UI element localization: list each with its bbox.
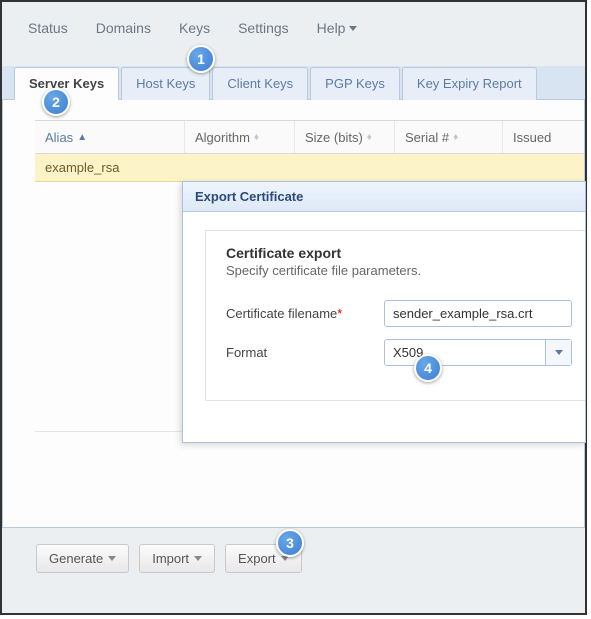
dialog-title: Export Certificate — [183, 182, 585, 212]
dialog-section-title: Certificate export — [226, 245, 585, 261]
generate-button[interactable]: Generate — [36, 544, 129, 573]
chevron-down-icon — [349, 26, 357, 31]
col-issued-label: Issued — [513, 130, 551, 145]
menu-domains[interactable]: Domains — [96, 20, 151, 36]
table-body: example_rsa Export Certificate Certifica… — [35, 154, 584, 432]
col-alias-label: Alias — [45, 130, 73, 145]
col-serial[interactable]: Serial # ♦ — [395, 121, 503, 153]
col-issued[interactable]: Issued — [503, 121, 584, 153]
filename-label: Certificate filename* — [226, 306, 384, 321]
tab-key-expiry-report[interactable]: Key Expiry Report — [402, 67, 537, 100]
top-menu: Status Domains Keys Settings Help — [2, 2, 585, 66]
tab-pgp-keys[interactable]: PGP Keys — [310, 67, 400, 100]
menu-keys-label: Keys — [179, 20, 210, 36]
callout-3: 3 — [276, 529, 304, 557]
col-size-label: Size (bits) — [305, 130, 363, 145]
tab-client-keys[interactable]: Client Keys — [212, 67, 308, 100]
menu-settings-label: Settings — [238, 20, 289, 36]
chevron-down-icon — [108, 556, 116, 561]
format-select[interactable]: X509 — [384, 339, 572, 366]
required-indicator: * — [337, 306, 342, 321]
format-dropdown-button[interactable] — [545, 340, 571, 365]
dialog-section-subtitle: Specify certificate file parameters. — [226, 263, 585, 278]
sort-icon: ♦ — [254, 132, 259, 143]
chevron-down-icon — [194, 556, 202, 561]
sort-icon: ♦ — [367, 132, 372, 143]
callout-2: 2 — [42, 88, 70, 116]
import-button[interactable]: Import — [139, 544, 215, 573]
table-header: Alias ▲ Algorithm ♦ Size (bits) ♦ Serial… — [35, 120, 584, 154]
menu-help[interactable]: Help — [317, 20, 358, 36]
menu-status[interactable]: Status — [28, 20, 68, 36]
sort-icon: ♦ — [453, 132, 458, 143]
format-selected-value: X509 — [385, 340, 545, 365]
col-serial-label: Serial # — [405, 130, 449, 145]
export-certificate-dialog: Export Certificate Certificate export Sp… — [182, 181, 586, 443]
menu-domains-label: Domains — [96, 20, 151, 36]
callout-4: 4 — [414, 354, 442, 382]
callout-1: 1 — [187, 45, 215, 73]
table-row[interactable]: example_rsa — [35, 154, 584, 182]
format-label: Format — [226, 345, 384, 360]
import-button-label: Import — [152, 551, 189, 566]
export-button-label: Export — [238, 551, 276, 566]
cell-alias: example_rsa — [35, 160, 185, 175]
menu-settings[interactable]: Settings — [238, 20, 289, 36]
menu-keys[interactable]: Keys — [179, 20, 210, 36]
col-algorithm[interactable]: Algorithm ♦ — [185, 121, 295, 153]
tab-content: Alias ▲ Algorithm ♦ Size (bits) ♦ Serial… — [2, 100, 585, 528]
col-alias[interactable]: Alias ▲ — [35, 121, 185, 153]
chevron-down-icon — [555, 350, 563, 355]
generate-button-label: Generate — [49, 551, 103, 566]
menu-status-label: Status — [28, 20, 68, 36]
sort-asc-icon: ▲ — [77, 132, 87, 143]
tabs-bar: Server Keys Host Keys Client Keys PGP Ke… — [2, 66, 585, 100]
col-algorithm-label: Algorithm — [195, 130, 250, 145]
menu-help-label: Help — [317, 20, 346, 36]
col-size[interactable]: Size (bits) ♦ — [295, 121, 395, 153]
certificate-filename-input[interactable] — [384, 300, 572, 327]
